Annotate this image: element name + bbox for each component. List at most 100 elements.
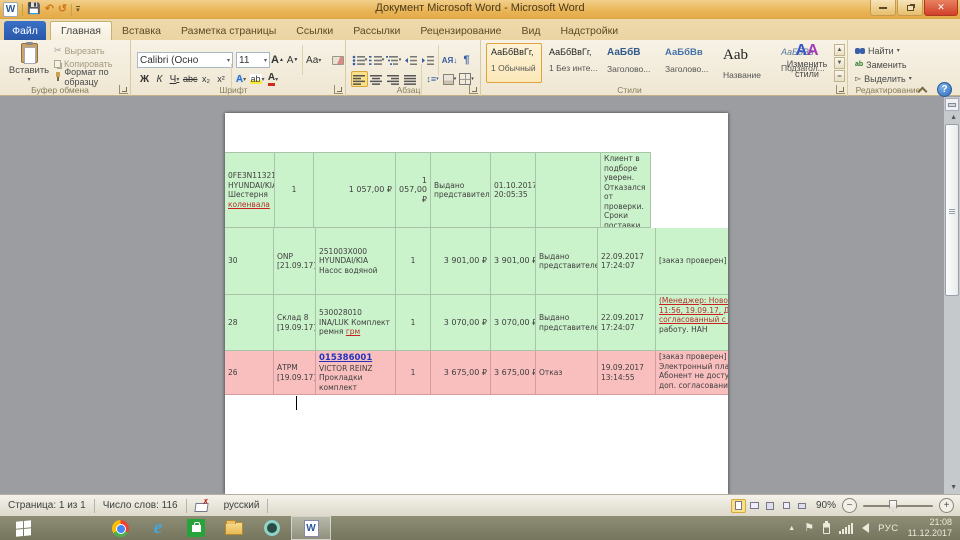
table-row[interactable]: 30ONP [21.09.17]251003X000 HYUNDAI/KIA Н… <box>225 228 728 295</box>
scroll-down-icon[interactable]: ▼ <box>950 484 957 491</box>
style-chip-normal[interactable]: АаБбВвГг, 1 Обычный <box>486 43 542 83</box>
table-cell[interactable]: Клиент в подборе уверен. Отказался от пр… <box>601 152 651 228</box>
ruler-toggle-icon[interactable] <box>945 98 959 111</box>
daemon-taskbar-button[interactable] <box>253 516 291 540</box>
table-cell[interactable]: АТРМ [19.09.17] <box>274 351 316 395</box>
keyboard-language[interactable]: РУС <box>878 523 899 534</box>
table-cell[interactable]: 3 901,00 ₽ <box>491 228 536 295</box>
table-cell[interactable]: 1 057,00 ₽ <box>396 152 431 228</box>
zoom-out-icon[interactable]: − <box>842 498 857 513</box>
table-row[interactable]: 28Склад 8 [19.09.17]530028010 INA/LUK Ко… <box>225 295 728 351</box>
styles-more-icon[interactable]: ≂ <box>834 70 845 82</box>
clear-formatting-button[interactable] <box>330 52 345 68</box>
vertical-scrollbar[interactable]: ▲ ▼ <box>944 97 960 494</box>
tab-home[interactable]: Главная <box>50 21 112 40</box>
network-signal-icon[interactable] <box>839 523 853 534</box>
table-cell[interactable]: 251003X000 HYUNDAI/KIA Насос водяной <box>316 228 396 295</box>
table-cell[interactable]: [заказ проверен]Электронный платАбонент … <box>656 351 728 395</box>
start-button[interactable] <box>0 516 46 540</box>
table-cell[interactable]: (Менеджер: Ново11:56, 19.09.17, Дсогласо… <box>656 295 728 351</box>
table-cell[interactable]: Склад 8 [19.09.17] <box>274 295 316 351</box>
table-cell[interactable]: 28 <box>225 295 274 351</box>
ie-taskbar-button[interactable]: e <box>139 516 177 540</box>
table-row[interactable]: 26АТРМ [19.09.17]015386001 VICTOR REINZ … <box>225 351 728 395</box>
tab-view[interactable]: Вид <box>511 21 550 40</box>
table-row[interactable]: 0FE3N11321 HYUNDAI/KIA Шестерня коленвал… <box>225 152 728 228</box>
word-count[interactable]: Число слов: 116 <box>95 495 186 516</box>
zoom-in-icon[interactable]: + <box>939 498 954 513</box>
style-chip-heading1[interactable]: АаБбВ Заголово... <box>602 43 658 83</box>
change-case-button[interactable]: Аа▾ <box>305 52 322 68</box>
format-painter-button[interactable]: Формат по образцу <box>54 70 130 83</box>
table-cell[interactable]: Отказ <box>536 351 598 395</box>
style-chip-heading2[interactable]: АаБбВв Заголово... <box>660 43 716 83</box>
cut-button[interactable]: ✂ Вырезать <box>54 44 130 57</box>
store-taskbar-button[interactable] <box>177 516 215 540</box>
spellcheck-status[interactable] <box>187 495 216 516</box>
table-cell[interactable]: 22.09.2017 17:24:07 <box>598 228 656 295</box>
styles-scroll-up-icon[interactable]: ▲ <box>834 44 845 56</box>
help-icon[interactable]: ? <box>937 82 952 97</box>
collapse-ribbon-icon[interactable] <box>915 84 929 96</box>
language-status[interactable]: русский <box>216 495 268 516</box>
outline-view-button[interactable] <box>779 499 794 513</box>
minimize-button[interactable] <box>870 0 896 16</box>
table-cell[interactable]: 1 <box>275 152 314 228</box>
zoom-slider-thumb[interactable] <box>889 500 897 512</box>
tab-insert[interactable]: Вставка <box>112 21 171 40</box>
table-cell[interactable]: 3 070,00 ₽ <box>431 295 491 351</box>
table-cell[interactable]: Выдано представителем <box>536 228 598 295</box>
table-cell[interactable]: 3 675,00 ₽ <box>431 351 491 395</box>
table-cell[interactable]: 22.09.2017 17:24:07 <box>598 295 656 351</box>
zoom-level[interactable]: 90% <box>816 500 836 511</box>
chrome-taskbar-button[interactable] <box>101 516 139 540</box>
volume-icon[interactable] <box>862 523 869 533</box>
tab-file[interactable]: Файл <box>4 21 46 40</box>
web-layout-view-button[interactable] <box>763 499 778 513</box>
page-count[interactable]: Страница: 1 из 1 <box>0 495 94 516</box>
table-cell[interactable]: 1 <box>396 228 431 295</box>
select-button[interactable]: ▻ Выделить▾ <box>855 72 912 85</box>
tab-review[interactable]: Рецензирование <box>410 21 511 40</box>
explorer-taskbar-button[interactable] <box>215 516 253 540</box>
table-cell[interactable] <box>536 152 601 228</box>
word-taskbar-button[interactable]: W <box>291 516 331 540</box>
tray-expand-icon[interactable]: ▲ <box>788 525 795 532</box>
print-layout-view-button[interactable] <box>731 499 746 513</box>
battery-icon[interactable] <box>823 523 830 534</box>
action-center-flag-icon[interactable]: ⚑ <box>804 523 814 533</box>
find-button[interactable]: Найти▾ <box>855 44 900 57</box>
table-cell[interactable]: 3 675,00 ₽ <box>491 351 536 395</box>
table-cell[interactable]: [заказ проверен] <box>656 228 728 295</box>
clipboard-dialog-launcher-icon[interactable] <box>119 85 128 94</box>
table-cell[interactable]: 0FE3N11321 HYUNDAI/KIA Шестерня коленвал… <box>225 152 275 228</box>
styles-dialog-launcher-icon[interactable] <box>836 85 845 94</box>
table-cell[interactable]: Выдано представителем <box>536 295 598 351</box>
table-cell[interactable]: 26 <box>225 351 274 395</box>
table-cell[interactable]: 015386001 VICTOR REINZ Прокладки комплек… <box>316 351 396 395</box>
replace-button[interactable]: ab Заменить <box>855 58 907 71</box>
table-cell[interactable]: 530028010 INA/LUK Комплект ремня грм <box>316 295 396 351</box>
part-number-link[interactable]: 015386001 <box>319 353 372 363</box>
tab-addins[interactable]: Надстройки <box>550 21 628 40</box>
table-cell[interactable]: 3 901,00 ₽ <box>431 228 491 295</box>
change-styles-button[interactable]: АА Изменить стили <box>782 42 832 79</box>
paragraph-dialog-launcher-icon[interactable] <box>469 85 478 94</box>
table-cell[interactable]: 01.10.2017 20:05:35 <box>491 152 536 228</box>
shrink-font-button[interactable]: А▼ <box>285 52 300 68</box>
tray-clock[interactable]: 21:08 11.12.2017 <box>908 517 952 539</box>
table-cell[interactable]: 1 <box>396 351 431 395</box>
scrollbar-thumb[interactable] <box>945 124 959 296</box>
zoom-slider[interactable] <box>863 505 933 507</box>
styles-scroll-down-icon[interactable]: ▼ <box>834 57 845 69</box>
paste-button[interactable]: Вставить ▾ <box>6 43 52 83</box>
draft-view-button[interactable] <box>795 499 810 513</box>
table-cell[interactable]: ONP [21.09.17] <box>274 228 316 295</box>
table-cell[interactable]: 19.09.2017 13:14:55 <box>598 351 656 395</box>
fullscreen-view-button[interactable] <box>747 499 762 513</box>
font-dialog-launcher-icon[interactable] <box>334 85 343 94</box>
table-cell[interactable]: 30 <box>225 228 274 295</box>
table-cell[interactable]: 1 <box>396 295 431 351</box>
table-cell[interactable]: Выдано представителем <box>431 152 491 228</box>
table-cell[interactable]: 3 070,00 ₽ <box>491 295 536 351</box>
